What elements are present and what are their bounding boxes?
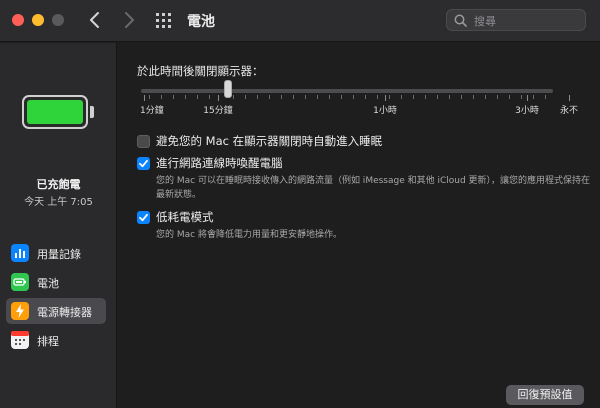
slider-minor-tick — [377, 95, 378, 99]
battery-terminal — [90, 106, 94, 118]
slider-tick — [569, 95, 570, 101]
wake-network-description: 您的 Mac 可以在睡眠時接收傳入的網路流量（例如 iMessage 和其他 i… — [156, 176, 591, 200]
battery-level-fill — [27, 100, 83, 124]
slider-tick-label: 1分鐘 — [140, 106, 164, 116]
slider-tick-label: 1小時 — [373, 106, 397, 116]
slider-minor-tick — [509, 95, 510, 99]
slider-minor-tick — [305, 95, 306, 99]
sidebar-item-power-adapter[interactable]: 電源轉接器 — [6, 298, 106, 324]
search-placeholder: 搜尋 — [474, 15, 496, 28]
slider-minor-tick — [245, 95, 246, 99]
slider-tick-label: 3小時 — [515, 106, 539, 116]
slider-minor-tick — [185, 95, 186, 99]
slider-minor-tick — [329, 95, 330, 99]
sidebar-item-label: 電池 — [37, 277, 59, 290]
slider-minor-tick — [497, 95, 498, 99]
sidebar: 已充飽電 今天 上午 7:05 用量記錄 電池 電源轉接器 排程 — [0, 43, 117, 408]
slider-minor-tick — [341, 95, 342, 99]
slider-tick-label: 永不 — [559, 106, 578, 116]
slider-minor-tick — [209, 95, 210, 99]
slider-minor-tick — [473, 95, 474, 99]
slider-minor-tick — [197, 95, 198, 99]
sidebar-item-battery[interactable]: 電池 — [6, 269, 106, 295]
slider-tick — [144, 95, 145, 101]
sidebar-item-label: 電源轉接器 — [37, 306, 92, 319]
slider-minor-tick — [389, 95, 390, 99]
zoom-window-button[interactable] — [52, 14, 64, 26]
slider-minor-tick — [365, 95, 366, 99]
slider-minor-tick — [281, 95, 282, 99]
slider-minor-tick — [485, 95, 486, 99]
close-window-button[interactable] — [12, 14, 24, 26]
chevron-left-icon — [90, 12, 99, 28]
slider-minor-tick — [461, 95, 462, 99]
low-power-checkbox[interactable] — [137, 211, 150, 224]
grid-icon — [156, 13, 171, 28]
wake-network-checkbox[interactable] — [137, 157, 150, 170]
slider-minor-tick — [257, 95, 258, 99]
sidebar-item-label: 排程 — [37, 335, 59, 348]
slider-minor-tick — [173, 95, 174, 99]
slider-tick — [385, 95, 386, 101]
search-icon — [454, 14, 467, 27]
slider-minor-tick — [353, 95, 354, 99]
slider-minor-tick — [161, 95, 162, 99]
slider-minor-tick — [149, 95, 150, 99]
minimize-window-button[interactable] — [32, 14, 44, 26]
power-adapter-icon — [11, 302, 29, 320]
usage-history-icon — [11, 244, 29, 262]
slider-minor-tick — [521, 95, 522, 99]
wake-network-label[interactable]: 進行網路連線時喚醒電腦 — [156, 155, 283, 171]
display-off-slider[interactable] — [141, 89, 553, 93]
slider-minor-tick — [317, 95, 318, 99]
restore-defaults-button[interactable]: 回復預設值 — [506, 385, 584, 405]
calendar-icon — [11, 331, 29, 349]
battery-icon — [22, 95, 88, 129]
forward-button[interactable] — [118, 9, 140, 31]
sidebar-item-usage-history[interactable]: 用量記錄 — [6, 240, 106, 266]
checkmark-icon — [139, 213, 148, 222]
slider-minor-tick — [449, 95, 450, 99]
battery-icon — [11, 273, 29, 291]
display-off-slider-knob[interactable] — [223, 80, 232, 98]
sidebar-item-label: 用量記錄 — [37, 248, 81, 261]
slider-minor-tick — [269, 95, 270, 99]
display-off-heading: 於此時間後關閉顯示器： — [137, 64, 264, 78]
chevron-right-icon — [125, 12, 134, 28]
slider-tick — [527, 95, 528, 101]
main-panel: 於此時間後關閉顯示器： 1分鐘 15分鐘 1小時 3小時 永不 避免您的 Mac 在顯示… — [118, 43, 600, 408]
checkmark-icon — [139, 159, 148, 168]
slider-minor-tick — [233, 95, 234, 99]
prevent-sleep-label[interactable]: 避免您的 Mac 在顯示器關閉時自動進入睡眠 — [156, 133, 382, 149]
low-power-description: 您的 Mac 將會降低電力用量和更安靜地操作。 — [156, 230, 342, 240]
slider-minor-tick — [401, 95, 402, 99]
slider-tick — [218, 95, 219, 101]
back-button[interactable] — [84, 9, 106, 31]
low-power-label[interactable]: 低耗電模式 — [156, 209, 214, 225]
title-bar: 電池 搜尋 — [0, 0, 600, 42]
window-title: 電池 — [187, 14, 215, 30]
slider-minor-tick — [545, 95, 546, 99]
search-field[interactable]: 搜尋 — [446, 9, 586, 31]
prevent-sleep-checkbox[interactable] — [137, 135, 150, 148]
sidebar-item-schedule[interactable]: 排程 — [6, 327, 106, 353]
slider-minor-tick — [293, 95, 294, 99]
slider-minor-tick — [437, 95, 438, 99]
slider-minor-tick — [533, 95, 534, 99]
battery-status: 已充飽電 — [36, 178, 81, 191]
battery-status-time: 今天 上午 7:05 — [24, 197, 93, 208]
slider-minor-tick — [413, 95, 414, 99]
show-all-button[interactable] — [155, 12, 173, 30]
slider-minor-tick — [425, 95, 426, 99]
slider-tick-label: 15分鐘 — [203, 106, 233, 116]
